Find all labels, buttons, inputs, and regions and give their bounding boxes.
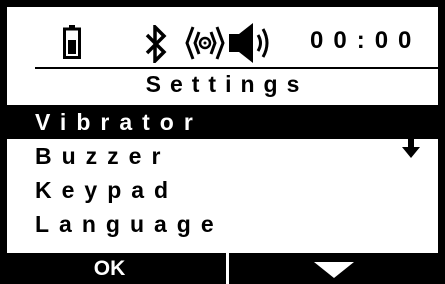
menu-item-vibrator[interactable]: Vibrator (7, 105, 438, 139)
page-title: Settings (145, 71, 309, 97)
menu-item-keypad[interactable]: Keypad (7, 173, 438, 207)
device-screen: 00:00 Settings Vibrator Buzzer Keypad La… (7, 7, 438, 284)
down-softkey[interactable] (229, 253, 438, 284)
menu-item-label: Buzzer (35, 143, 171, 169)
ok-softkey-label: OK (93, 257, 126, 280)
battery-icon (63, 25, 81, 59)
menu-item-label: Vibrator (35, 109, 203, 135)
menu-item-language[interactable]: Language (7, 207, 438, 241)
down-arrow-icon (402, 136, 420, 158)
clock-time: 00:00 (310, 27, 422, 54)
down-triangle-icon (314, 262, 354, 278)
bluetooth-icon (145, 25, 167, 63)
status-bar: 00:00 (7, 7, 438, 69)
speaker-icon (229, 23, 269, 63)
vibrate-icon (185, 26, 225, 60)
menu-item-label: Language (35, 211, 224, 237)
ok-softkey[interactable]: OK (7, 253, 226, 284)
menu-item-label: Keypad (35, 177, 179, 203)
menu-item-buzzer[interactable]: Buzzer (7, 139, 438, 173)
status-divider (35, 67, 438, 69)
softkey-bar: OK (7, 253, 438, 284)
